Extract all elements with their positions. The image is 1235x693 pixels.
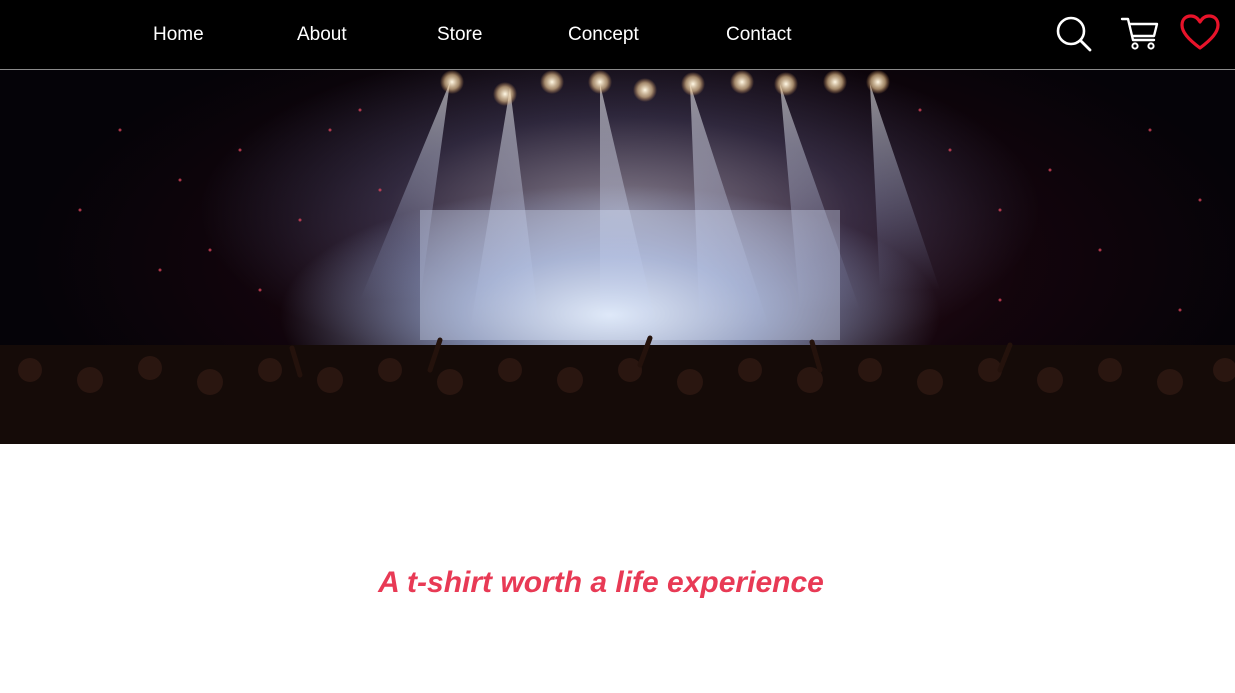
wishlist-button[interactable] xyxy=(1180,13,1220,53)
cart-icon xyxy=(1120,17,1159,50)
stage-lights-graphic xyxy=(0,70,1235,444)
nav-link-concept[interactable]: Concept xyxy=(568,24,639,46)
cart-button[interactable] xyxy=(1120,13,1160,53)
search-icon xyxy=(1056,16,1092,52)
nav-link-home[interactable]: Home xyxy=(153,24,204,46)
heart-icon xyxy=(1180,14,1220,50)
search-button[interactable] xyxy=(1054,13,1094,53)
nav-link-contact[interactable]: Contact xyxy=(726,24,791,46)
nav-link-about[interactable]: About xyxy=(297,24,347,46)
top-navigation-bar: Home About Store Concept Contact xyxy=(0,0,1235,70)
nav-link-store[interactable]: Store xyxy=(437,24,482,46)
hero-concert-image xyxy=(0,70,1235,444)
hero-tagline: A t-shirt worth a life experience xyxy=(378,566,824,599)
